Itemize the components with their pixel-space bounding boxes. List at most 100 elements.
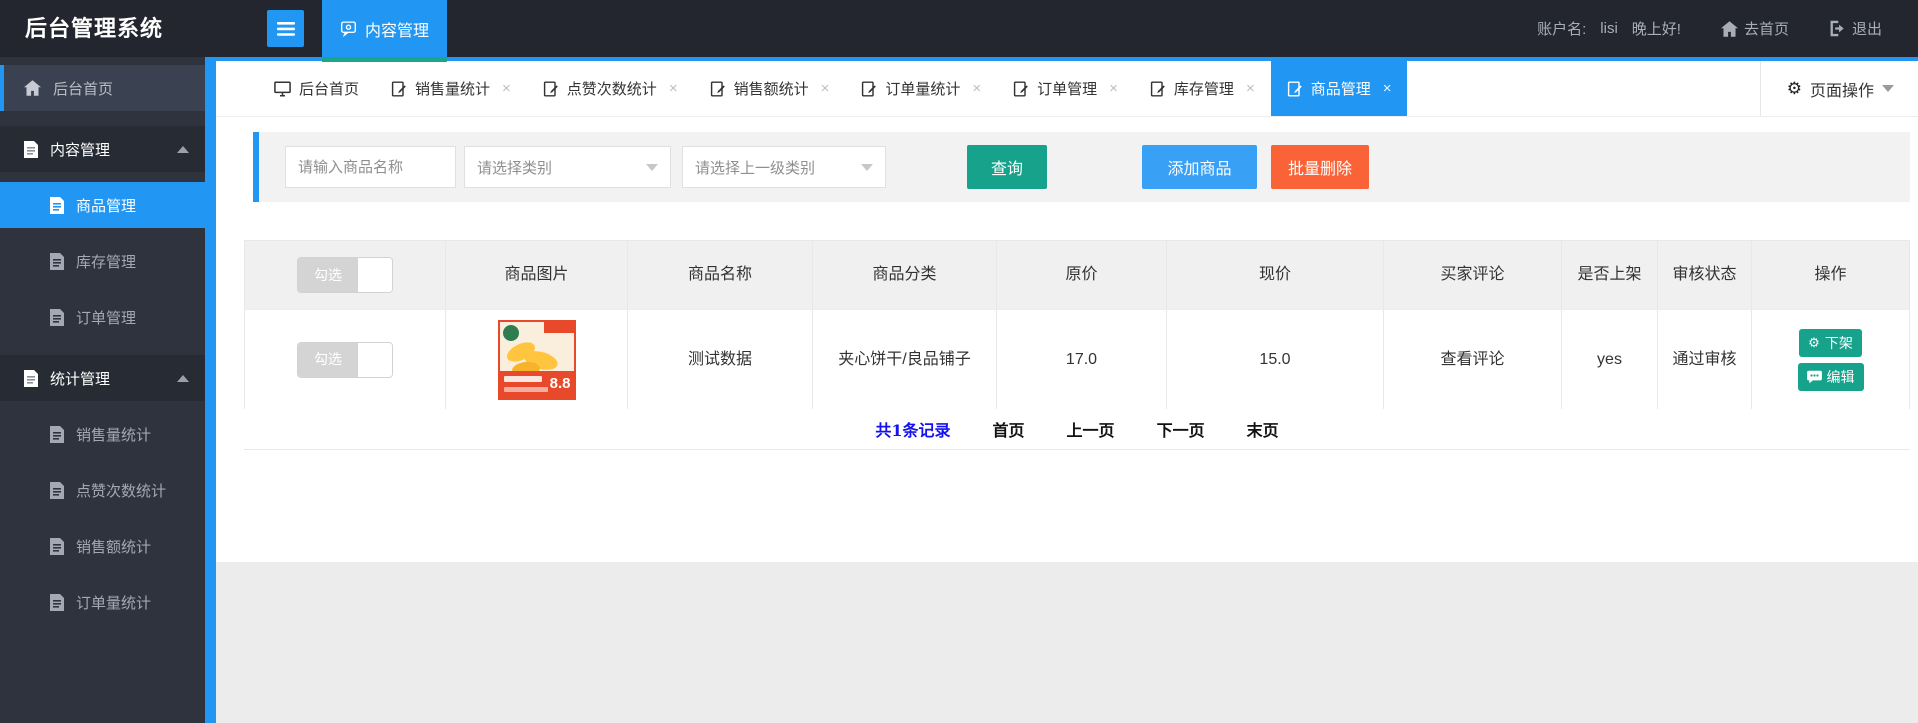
chevron-down-icon bbox=[646, 163, 658, 171]
tab-sales-amount-stats[interactable]: 销售额统计 × bbox=[694, 61, 846, 116]
row-on-shelf-cell: yes bbox=[1562, 310, 1658, 409]
price-badge: 8.8 bbox=[549, 374, 571, 392]
batch-delete-button[interactable]: 批量删除 bbox=[1271, 145, 1369, 189]
app-title: 后台管理系统 bbox=[25, 16, 164, 41]
gear-icon: ⚙ bbox=[1808, 334, 1820, 350]
tab-label: 商品管理 bbox=[1310, 81, 1371, 98]
tab-inventory-mgmt[interactable]: 库存管理 × bbox=[1134, 61, 1271, 116]
row-select-toggle[interactable]: 勾选 bbox=[297, 341, 393, 378]
search-button[interactable]: 查询 bbox=[967, 145, 1047, 189]
topbar: 后台管理系统 内容管理 账户名: lisi 晚上好! 去首页 退出 bbox=[0, 0, 1918, 62]
row-original-price-cell: 17.0 bbox=[997, 310, 1167, 409]
tab-label: 订单量统计 bbox=[885, 81, 961, 98]
brand-logo-circle bbox=[502, 324, 519, 341]
sidebar-divider bbox=[205, 57, 216, 723]
tab-order-volume-stats[interactable]: 订单量统计 × bbox=[845, 61, 997, 116]
column-header: 是否上架 bbox=[1562, 241, 1658, 309]
row-actions-cell: ⚙ 下架 编辑 bbox=[1752, 310, 1910, 409]
tab-close-icon[interactable]: × bbox=[821, 80, 830, 97]
tab-close-icon[interactable]: × bbox=[972, 80, 981, 97]
tab-order-mgmt[interactable]: 订单管理 × bbox=[997, 61, 1134, 116]
main-area: 后台首页 销售量统计 × 点赞次数统计 × 销售额统计 × 订单量统计 × 订单… bbox=[216, 57, 1918, 723]
home-icon bbox=[1720, 20, 1738, 37]
row-category-cell: 夹心饼干/良品铺子 bbox=[813, 310, 997, 409]
parent-category-select-value: 请选择上一级类别 bbox=[695, 159, 816, 177]
column-header: 操作 bbox=[1752, 241, 1910, 309]
sidebar-item-dashboard[interactable]: 后台首页 bbox=[0, 65, 205, 111]
content-panel: 请选择类别 请选择上一级类别 查询 添加商品 批量删除 勾选 商品图片 bbox=[216, 117, 1918, 562]
tab-close-icon[interactable]: × bbox=[669, 80, 678, 97]
promo-corner-ribbon bbox=[543, 321, 574, 333]
top-module-tab-content-mgmt[interactable]: 内容管理 bbox=[322, 0, 448, 62]
off-shelf-label: 下架 bbox=[1824, 334, 1853, 351]
add-product-button[interactable]: 添加商品 bbox=[1142, 145, 1257, 189]
tab-close-icon[interactable]: × bbox=[1246, 80, 1255, 97]
tab-close-icon[interactable]: × bbox=[1383, 80, 1392, 97]
column-header: 买家评论 bbox=[1384, 241, 1562, 309]
tab-label: 销售额统计 bbox=[733, 81, 809, 98]
row-image-cell: 8.8 bbox=[446, 310, 628, 409]
menu-toggle-button[interactable] bbox=[267, 10, 304, 47]
logout-icon bbox=[1829, 20, 1846, 37]
tab-likes-stats[interactable]: 点赞次数统计 × bbox=[527, 61, 694, 116]
collapse-arrow-icon[interactable] bbox=[177, 146, 189, 153]
sidebar-section-label: 内容管理 bbox=[50, 141, 111, 159]
sidebar-item-label: 销售量统计 bbox=[76, 426, 152, 444]
page-operations-menu[interactable]: ⚙ 页面操作 bbox=[1759, 61, 1918, 116]
first-page-link[interactable]: 首页 bbox=[993, 417, 1025, 441]
toggle-knob bbox=[358, 342, 392, 377]
row-audit-cell: 通过审核 bbox=[1658, 310, 1752, 409]
account-label: 账户名: bbox=[1537, 21, 1587, 38]
go-home-label: 去首页 bbox=[1743, 21, 1789, 38]
tab-close-icon[interactable]: × bbox=[1109, 80, 1118, 97]
greeting-text: 晚上好! bbox=[1631, 21, 1681, 38]
tabbar: 后台首页 销售量统计 × 点赞次数统计 × 销售额统计 × 订单量统计 × 订单… bbox=[216, 57, 1918, 117]
product-name-input[interactable] bbox=[285, 146, 456, 188]
sidebar-item-order-volume-stats[interactable]: 订单量统计 bbox=[0, 579, 205, 625]
category-select[interactable]: 请选择类别 bbox=[464, 146, 671, 188]
next-page-link[interactable]: 下一页 bbox=[1157, 417, 1205, 441]
edit-button[interactable]: 编辑 bbox=[1797, 362, 1864, 391]
column-header: 原价 bbox=[997, 241, 1167, 309]
sidebar-item-label: 后台首页 bbox=[53, 80, 114, 98]
edit-label: 编辑 bbox=[1826, 368, 1855, 385]
sidebar-item-sales-amount-stats[interactable]: 销售额统计 bbox=[0, 523, 205, 569]
file-edit-icon bbox=[543, 80, 559, 97]
go-home-link[interactable]: 去首页 bbox=[1720, 18, 1789, 39]
record-count: 共1条记录 bbox=[875, 421, 951, 440]
home-icon bbox=[24, 80, 41, 96]
sidebar-item-label: 点赞次数统计 bbox=[76, 482, 167, 500]
chat-bubble-icon bbox=[340, 20, 357, 37]
row-name-cell: 测试数据 bbox=[628, 310, 813, 409]
tab-dashboard[interactable]: 后台首页 bbox=[258, 61, 375, 116]
file-edit-icon bbox=[1013, 80, 1029, 97]
toggle-knob bbox=[358, 258, 392, 292]
sidebar-item-order-mgmt[interactable]: 订单管理 bbox=[0, 294, 205, 340]
sidebar-item-likes-stats[interactable]: 点赞次数统计 bbox=[0, 467, 205, 513]
sidebar-item-label: 订单管理 bbox=[76, 309, 137, 327]
promo-text-shape bbox=[503, 386, 548, 392]
off-shelf-button[interactable]: ⚙ 下架 bbox=[1799, 328, 1862, 357]
tab-product-mgmt[interactable]: 商品管理 × bbox=[1270, 61, 1408, 116]
sidebar-item-inventory-mgmt[interactable]: 库存管理 bbox=[0, 238, 205, 284]
document-icon bbox=[50, 481, 64, 499]
file-edit-icon bbox=[1287, 80, 1303, 97]
column-header: 商品名称 bbox=[628, 241, 813, 309]
tab-sales-volume-stats[interactable]: 销售量统计 × bbox=[375, 61, 527, 116]
row-comments-link[interactable]: 查看评论 bbox=[1384, 310, 1562, 409]
page-operations-label: 页面操作 bbox=[1809, 82, 1874, 100]
document-icon bbox=[24, 140, 38, 158]
select-all-toggle[interactable]: 勾选 bbox=[297, 257, 393, 293]
sidebar-item-sales-volume-stats[interactable]: 销售量统计 bbox=[0, 411, 205, 457]
sidebar-section-stats-mgmt[interactable]: 统计管理 bbox=[0, 355, 205, 401]
sidebar-section-content-mgmt[interactable]: 内容管理 bbox=[0, 126, 205, 172]
column-header: 现价 bbox=[1167, 241, 1384, 309]
tab-close-icon[interactable]: × bbox=[502, 80, 511, 97]
last-page-link[interactable]: 末页 bbox=[1247, 417, 1279, 441]
prev-page-link[interactable]: 上一页 bbox=[1067, 417, 1115, 441]
sidebar-item-product-mgmt[interactable]: 商品管理 bbox=[0, 182, 205, 228]
parent-category-select[interactable]: 请选择上一级类别 bbox=[682, 146, 886, 188]
logout-link[interactable]: 退出 bbox=[1829, 18, 1882, 39]
filter-toolbar: 请选择类别 请选择上一级类别 查询 添加商品 批量删除 bbox=[253, 132, 1910, 202]
collapse-arrow-icon[interactable] bbox=[177, 375, 189, 382]
